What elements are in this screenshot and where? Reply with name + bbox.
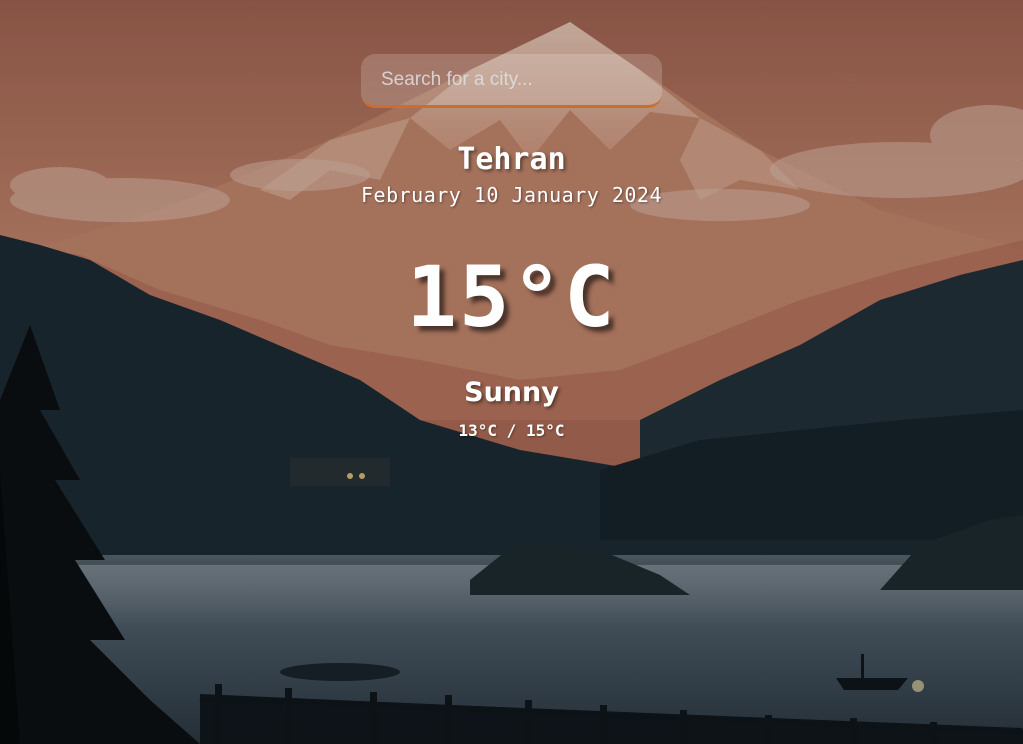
- weather-app: Tehran February 10 January 2024 15°C Sun…: [0, 0, 1023, 744]
- temperature-range: 13°C / 15°C: [458, 421, 565, 440]
- weather-condition: Sunny: [464, 377, 559, 408]
- search-bar[interactable]: [361, 54, 662, 108]
- current-temperature: 15°C: [406, 248, 617, 346]
- search-input[interactable]: [361, 54, 662, 108]
- city-name: Tehran: [457, 142, 566, 177]
- current-date: February 10 January 2024: [361, 183, 662, 207]
